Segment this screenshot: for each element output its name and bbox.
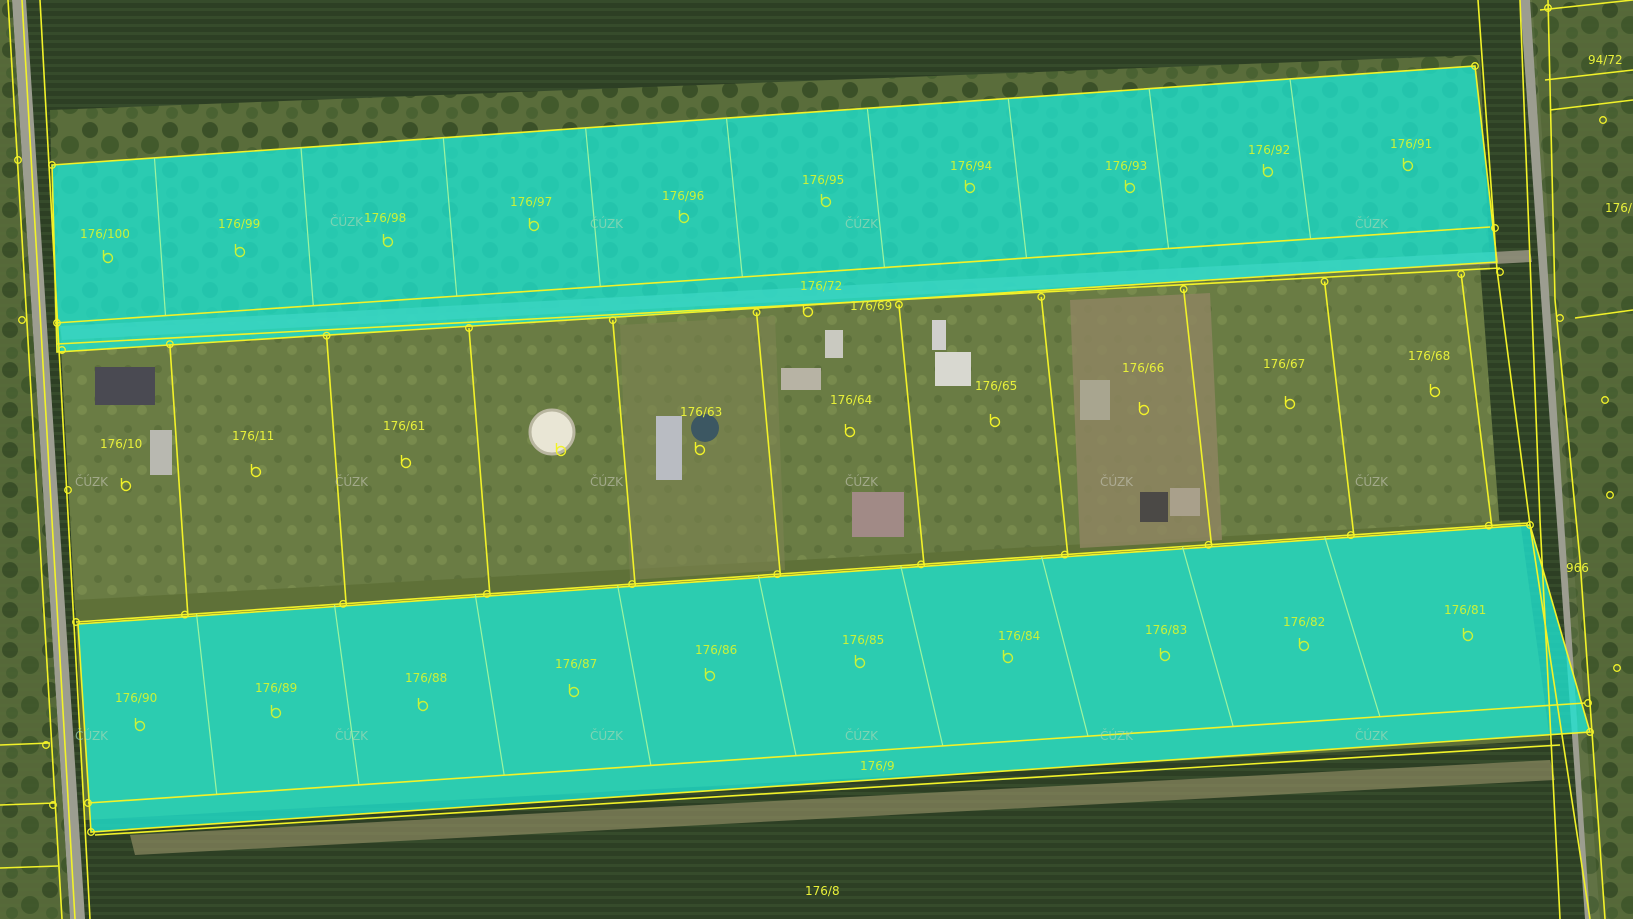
watermark: ČÚZK bbox=[590, 728, 624, 743]
strip-label[interactable]: 94/72 bbox=[1588, 53, 1623, 67]
parcel-label[interactable]: 176/92 bbox=[1248, 143, 1290, 157]
watermark: ČÚZK bbox=[1355, 474, 1389, 489]
parcel-label[interactable]: 176/88 bbox=[405, 671, 447, 685]
parcel-label[interactable]: 176/93 bbox=[1105, 159, 1147, 173]
watermark: ČÚZK bbox=[1355, 216, 1389, 231]
watermark: ČÚZK bbox=[75, 728, 109, 743]
strip-label[interactable]: 176/71 bbox=[1605, 201, 1633, 215]
parcel-label[interactable]: 176/91 bbox=[1390, 137, 1432, 151]
building bbox=[1140, 492, 1168, 522]
building bbox=[95, 367, 155, 405]
strip-label[interactable]: 176/8 bbox=[805, 884, 840, 898]
watermark: ČÚZK bbox=[845, 216, 879, 231]
watermark: ČÚZK bbox=[1355, 728, 1389, 743]
building bbox=[781, 368, 821, 390]
parcel-label[interactable]: 176/89 bbox=[255, 681, 297, 695]
watermark: ČÚZK bbox=[845, 728, 879, 743]
parcel-label[interactable]: 176/86 bbox=[695, 643, 737, 657]
parcel-label[interactable]: 176/61 bbox=[383, 419, 425, 433]
parcel-label[interactable]: 176/94 bbox=[950, 159, 992, 173]
parcel-label[interactable]: 176/65 bbox=[975, 379, 1017, 393]
strip-label[interactable]: 176/9 bbox=[860, 759, 895, 773]
parcel-label[interactable]: 176/66 bbox=[1122, 361, 1164, 375]
watermark: ČÚZK bbox=[1100, 474, 1134, 489]
parcel-label[interactable]: 176/81 bbox=[1444, 603, 1486, 617]
building bbox=[852, 492, 904, 537]
building bbox=[1170, 488, 1200, 516]
strip-label[interactable]: 176/72 bbox=[800, 279, 842, 293]
parcel-label[interactable]: 176/96 bbox=[662, 189, 704, 203]
parcel-label[interactable]: 176/83 bbox=[1145, 623, 1187, 637]
parcel-label[interactable]: 176/87 bbox=[555, 657, 597, 671]
parcel-label[interactable]: 176/64 bbox=[830, 393, 872, 407]
watermark: ČÚZK bbox=[1100, 728, 1134, 743]
round-pool bbox=[528, 408, 576, 456]
parcel-label[interactable]: 176/67 bbox=[1263, 357, 1305, 371]
parcel-label[interactable]: 176/84 bbox=[998, 629, 1040, 643]
building bbox=[656, 416, 682, 480]
building bbox=[150, 430, 172, 475]
strip-label[interactable]: 176/69 bbox=[850, 299, 892, 313]
cadastral-map[interactable]: 176/100 176/99 176/98 176/97 176/96 176/… bbox=[0, 0, 1633, 919]
parcel-label[interactable]: 176/10 bbox=[100, 437, 142, 451]
strip-label[interactable]: 966 bbox=[1566, 561, 1589, 575]
watermark: ČÚZK bbox=[75, 474, 109, 489]
parcel-label[interactable]: 176/82 bbox=[1283, 615, 1325, 629]
watermark: ČÚZK bbox=[335, 474, 369, 489]
watermark: ČÚZK bbox=[590, 474, 624, 489]
parcel-label[interactable]: 176/95 bbox=[802, 173, 844, 187]
parcel-label[interactable]: 176/97 bbox=[510, 195, 552, 209]
building bbox=[932, 320, 946, 350]
building bbox=[1080, 380, 1110, 420]
watermark: ČÚZK bbox=[845, 474, 879, 489]
parcel-label[interactable]: 176/85 bbox=[842, 633, 884, 647]
watermark: ČÚZK bbox=[590, 216, 624, 231]
parcel-label[interactable]: 176/99 bbox=[218, 217, 260, 231]
parcel-label[interactable]: 176/63 bbox=[680, 405, 722, 419]
building bbox=[935, 352, 971, 386]
watermark: ČÚZK bbox=[335, 728, 369, 743]
building bbox=[825, 330, 843, 358]
watermark: ČÚZK bbox=[330, 214, 364, 229]
parcel-label[interactable]: 176/98 bbox=[364, 211, 406, 225]
parcel-label[interactable]: 176/90 bbox=[115, 691, 157, 705]
parcel-label[interactable]: 176/68 bbox=[1408, 349, 1450, 363]
parcel-label[interactable]: 176/11 bbox=[232, 429, 274, 443]
parcel-label[interactable]: 176/100 bbox=[80, 227, 130, 241]
